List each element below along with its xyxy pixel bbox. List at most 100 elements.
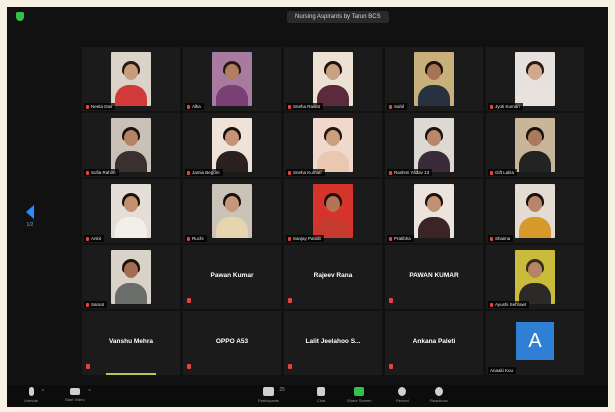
- participant-video: [111, 184, 151, 238]
- participant-tile[interactable]: Rashmi Yadav 13: [385, 113, 483, 177]
- chevron-up-icon[interactable]: ^: [42, 389, 44, 395]
- participant-video: [313, 118, 353, 172]
- participant-video: [212, 184, 252, 238]
- participant-name: Alka: [192, 104, 201, 109]
- participant-video: [414, 118, 454, 172]
- microphone-muted-icon: [187, 364, 191, 369]
- participant-tile[interactable]: Neeta Das: [82, 47, 180, 111]
- participant-name: Samat: [91, 302, 105, 307]
- participant-body: [519, 151, 551, 172]
- participant-face: [528, 196, 542, 212]
- participant-tile[interactable]: Sneha Kumari: [284, 113, 382, 177]
- microphone-muted-icon: [187, 298, 191, 303]
- meeting-toolbar: Unmute ^ Start Video ^ Participants 25 C…: [7, 385, 608, 407]
- microphone-muted-icon: [389, 364, 393, 369]
- participant-body: [519, 85, 551, 106]
- participant-face: [225, 64, 239, 80]
- participant-name: Gift Lalita: [495, 170, 515, 175]
- participant-name: Sofia Rahim: [91, 170, 116, 175]
- participant-tile[interactable]: Ruchi: [183, 179, 281, 243]
- participant-video: [313, 184, 353, 238]
- participant-tile[interactable]: Jamia Begum: [183, 113, 281, 177]
- gallery-grid: Neeta Das Alka Sneha Rawat Sahil Jyoti Kumar…: [82, 47, 584, 377]
- share-screen-button[interactable]: Share Screen: [347, 387, 371, 403]
- participant-body: [418, 85, 450, 106]
- microphone-muted-icon: [389, 236, 392, 241]
- participant-tile[interactable]: A Anaaki Kuu: [486, 311, 584, 375]
- participant-tile[interactable]: Jyoti Kumari: [486, 47, 584, 111]
- participant-tile[interactable]: Ankana Paleti: [385, 311, 483, 375]
- participant-name-tag: Pratibha: [387, 235, 414, 242]
- participant-face: [427, 196, 441, 212]
- microphone-muted-icon: [288, 364, 292, 369]
- participant-tile[interactable]: Alka: [183, 47, 281, 111]
- participant-name: Sanjay Pandit: [293, 236, 321, 241]
- participant-tile[interactable]: Sofia Rahim: [82, 113, 180, 177]
- microphone-muted-icon: [288, 298, 292, 303]
- microphone-muted-icon: [490, 170, 493, 175]
- participant-face: [124, 64, 138, 80]
- participant-tile[interactable]: Pawan Kumar: [183, 245, 281, 309]
- participant-tile[interactable]: Shaima: [486, 179, 584, 243]
- unmute-label: Unmute: [24, 398, 39, 403]
- participant-name: Sneha Rawat: [293, 104, 321, 109]
- participant-name: Vanshu Mehra: [108, 338, 154, 345]
- speaker-view-title[interactable]: Nursing Aspirants by Tarun BCS: [287, 11, 389, 23]
- previous-page-button[interactable]: 1/2: [21, 205, 39, 231]
- participants-count: 25: [279, 387, 285, 393]
- participant-tile[interactable]: OPPO A53: [183, 311, 281, 375]
- participant-name-tag: Sneha Rawat: [286, 103, 324, 110]
- participant-name: Neeta Das: [91, 104, 113, 109]
- participant-name: Ruchi: [192, 236, 204, 241]
- microphone-muted-icon: [288, 170, 291, 175]
- participant-tile[interactable]: Rajeev Rana: [284, 245, 382, 309]
- participant-face: [427, 130, 441, 146]
- security-shield-icon[interactable]: [16, 12, 24, 21]
- participants-button[interactable]: Participants 25: [258, 387, 285, 403]
- participant-tile[interactable]: Sanjay Pandit: [284, 179, 382, 243]
- unmute-button[interactable]: Unmute ^: [24, 387, 44, 403]
- participant-name: Ankana Paleti: [412, 338, 456, 345]
- video-camera-icon: [69, 388, 80, 395]
- start-video-button[interactable]: Start Video ^: [65, 387, 91, 402]
- record-label: Record: [396, 398, 409, 403]
- participant-face: [124, 130, 138, 146]
- participant-name: Rashmi Yadav 13: [394, 170, 430, 175]
- participant-name: Rajeev Rana: [313, 272, 353, 279]
- chevron-up-icon[interactable]: ^: [88, 389, 90, 395]
- participant-tile[interactable]: Lalit Jeelahoo S...: [284, 311, 382, 375]
- participant-tile[interactable]: Samat: [82, 245, 180, 309]
- participant-face: [326, 130, 340, 146]
- participant-video: [414, 184, 454, 238]
- participant-body: [115, 283, 147, 304]
- participant-name-tag: Samat: [84, 301, 108, 308]
- page-indicator: 1/2: [26, 222, 34, 228]
- reactions-button[interactable]: Reactions: [430, 387, 448, 403]
- participant-video: [212, 52, 252, 106]
- participant-tile[interactable]: Vanshu Mehra: [82, 311, 180, 375]
- participant-tile[interactable]: Sahil: [385, 47, 483, 111]
- record-button[interactable]: Record: [396, 387, 409, 403]
- participant-tile[interactable]: Ankit: [82, 179, 180, 243]
- participant-name: Lalit Jeelahoo S...: [305, 338, 361, 345]
- participant-tile[interactable]: Sneha Rawat: [284, 47, 382, 111]
- participant-tile[interactable]: PAWAN KUMAR: [385, 245, 483, 309]
- participant-video: [515, 118, 555, 172]
- participant-name-tag: Shaima: [488, 235, 514, 242]
- participant-name-tag: Sanjay Pandit: [286, 235, 324, 242]
- participant-body: [216, 85, 248, 106]
- participant-tile[interactable]: Gift Lalita: [486, 113, 584, 177]
- participant-name-tag: Ayushi Sehrawt: [488, 301, 530, 308]
- participant-name-tag: Sofia Rahim: [84, 169, 119, 176]
- participant-video: [111, 250, 151, 304]
- chat-button[interactable]: Chat: [317, 387, 325, 403]
- participant-name-tag: Sahil: [387, 103, 408, 110]
- participant-tile[interactable]: Pratibha: [385, 179, 483, 243]
- participant-name: Jamia Begum: [192, 170, 220, 175]
- microphone-muted-icon: [389, 170, 392, 175]
- microphone-muted-icon: [187, 236, 190, 241]
- microphone-muted-icon: [490, 104, 493, 109]
- participant-tile[interactable]: Ayushi Sehrawt: [486, 245, 584, 309]
- smiley-icon: [434, 387, 443, 396]
- chat-bubble-icon: [317, 387, 326, 396]
